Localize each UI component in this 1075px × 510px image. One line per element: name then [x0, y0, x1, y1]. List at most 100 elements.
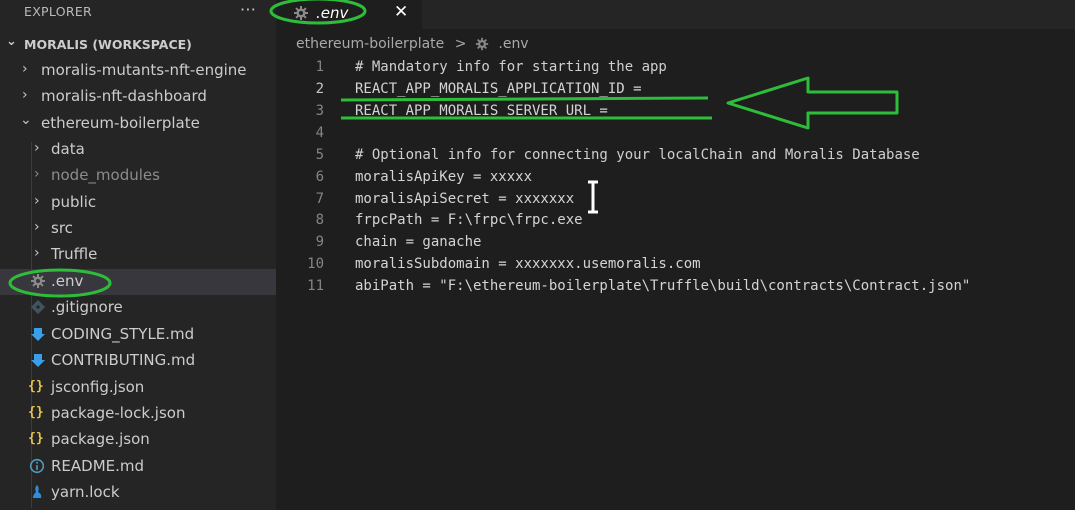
code-text[interactable]: moralisApiKey = xxxxx	[355, 169, 532, 185]
code-text[interactable]: REACT_APP_MORALIS_APPLICATION_ID =	[355, 81, 642, 97]
tree-item-gitignore[interactable]: .gitignore	[0, 295, 276, 321]
markdown-icon	[30, 326, 46, 342]
tree-item-label: package-lock.json	[51, 404, 186, 422]
line-number: 1	[315, 59, 324, 75]
code-line[interactable]: 7 moralisApiSecret = xxxxxxx	[276, 188, 1075, 210]
chevron-down-icon: ⌄	[6, 34, 17, 49]
code-line[interactable]: 3 REACT_APP_MORALIS_SERVER_URL =	[276, 100, 1075, 122]
git-icon	[30, 299, 46, 315]
tree-item-label: yarn.lock	[51, 483, 120, 501]
explorer-sidebar: EXPLORER ··· ⌄ MORALIS (WORKSPACE) › mor…	[0, 0, 276, 510]
code-line[interactable]: 5 # Optional info for connecting your lo…	[276, 144, 1075, 166]
line-number: 5	[315, 147, 324, 163]
tree-item-moralis-nft-dashboard[interactable]: › moralis-nft-dashboard	[0, 84, 276, 110]
info-icon	[29, 458, 45, 474]
line-number: 9	[315, 234, 324, 250]
line-number: 7	[315, 191, 324, 207]
tree-item-label: public	[51, 193, 97, 211]
code-line[interactable]: 8 frpcPath = F:\frpc\frpc.exe	[276, 209, 1075, 231]
line-number: 4	[315, 125, 324, 141]
tree-item-contributing-md[interactable]: CONTRIBUTING.md	[0, 348, 276, 374]
chevron-right-icon: ›	[22, 61, 28, 77]
close-icon[interactable]: ✕	[394, 2, 408, 22]
chevron-right-icon: ›	[34, 219, 40, 235]
tree-item-label: node_modules	[51, 166, 160, 184]
tree-item-jsconfig-json[interactable]: {} jsconfig.json	[0, 375, 276, 401]
tree-item-label: moralis-nft-dashboard	[41, 87, 207, 105]
tab-label: .env	[316, 4, 349, 22]
json-braces-icon: {}	[28, 431, 44, 446]
workspace-root[interactable]: ⌄ MORALIS (WORKSPACE)	[0, 34, 276, 56]
code-line[interactable]: 10 moralisSubdomain = xxxxxxx.usemoralis…	[276, 253, 1075, 275]
gear-icon	[30, 273, 46, 289]
text-cursor-icon	[588, 180, 598, 214]
gear-icon	[475, 37, 489, 51]
code-text[interactable]: moralisSubdomain = xxxxxxx.usemoralis.co…	[355, 256, 701, 272]
code-editor[interactable]: 1 # Mandatory info for starting the app …	[276, 56, 1075, 510]
explorer-title: EXPLORER	[24, 4, 93, 19]
code-text[interactable]: abiPath = "F:\ethereum-boilerplate\Truff…	[355, 278, 970, 294]
tree-item-label: jsconfig.json	[51, 378, 145, 396]
tree-item-src[interactable]: › src	[0, 216, 276, 242]
gear-icon	[293, 5, 309, 25]
tab-bar: .env ✕	[276, 0, 1075, 29]
tree-item-yarn-lock[interactable]: yarn.lock	[0, 480, 276, 506]
breadcrumb-separator: >	[454, 36, 467, 52]
tree-item-label: ethereum-boilerplate	[41, 114, 200, 132]
code-line[interactable]: 6 moralisApiKey = xxxxx	[276, 166, 1075, 188]
line-number: 3	[315, 103, 324, 119]
tree-item-moralis-mutants-nft-engine[interactable]: › moralis-mutants-nft-engine	[0, 58, 276, 84]
chevron-right-icon: ›	[34, 140, 40, 156]
chevron-right-icon: ›	[34, 166, 40, 182]
tab-env[interactable]: .env ✕	[276, 0, 422, 29]
code-text[interactable]: moralisApiSecret = xxxxxxx	[355, 191, 574, 207]
line-number: 6	[315, 169, 324, 185]
tree-item-label: package.json	[51, 430, 150, 448]
json-braces-icon: {}	[28, 379, 44, 394]
tree-item-label: moralis-mutants-nft-engine	[41, 61, 247, 79]
line-number: 10	[307, 256, 324, 272]
breadcrumb-file[interactable]: .env	[498, 36, 528, 52]
chevron-down-icon: ⌄	[20, 112, 32, 128]
tree-item-label: data	[51, 140, 85, 158]
chevron-right-icon: ›	[34, 245, 40, 261]
code-line[interactable]: 11 abiPath = "F:\ethereum-boilerplate\Tr…	[276, 275, 1075, 297]
chevron-right-icon: ›	[22, 87, 28, 103]
code-text[interactable]: # Optional info for connecting your loca…	[355, 147, 920, 163]
workspace-label: MORALIS (WORKSPACE)	[24, 37, 192, 52]
tree-item-label: CONTRIBUTING.md	[51, 351, 196, 369]
chevron-right-icon: ›	[34, 193, 40, 209]
tree-item-truffle[interactable]: › Truffle	[0, 242, 276, 268]
line-number: 8	[315, 212, 324, 228]
code-line[interactable]: 9 chain = ganache	[276, 231, 1075, 253]
tree-item-public[interactable]: › public	[0, 190, 276, 216]
tree-item-label: Truffle	[51, 245, 98, 263]
code-text[interactable]: # Mandatory info for starting the app	[355, 59, 667, 75]
tree-item-node-modules[interactable]: › node_modules	[0, 163, 276, 189]
json-braces-icon: {}	[28, 405, 44, 420]
tree-item-ethereum-boilerplate[interactable]: ⌄ ethereum-boilerplate	[0, 111, 276, 137]
code-line[interactable]: 1 # Mandatory info for starting the app	[276, 56, 1075, 78]
tree-item-label: src	[51, 219, 73, 237]
tree-item-coding-style-md[interactable]: CODING_STYLE.md	[0, 322, 276, 348]
explorer-header: EXPLORER ···	[0, 0, 276, 24]
line-number: 11	[307, 278, 324, 294]
tree-item-package-json[interactable]: {} package.json	[0, 427, 276, 453]
tree-item-label: README.md	[51, 457, 145, 475]
code-text[interactable]: chain = ganache	[355, 234, 481, 250]
markdown-icon	[30, 352, 46, 368]
code-line[interactable]: 2 REACT_APP_MORALIS_APPLICATION_ID =	[276, 78, 1075, 100]
code-text[interactable]: REACT_APP_MORALIS_SERVER_URL =	[355, 103, 608, 119]
code-line[interactable]: 4	[276, 122, 1075, 144]
code-text[interactable]: frpcPath = F:\frpc\frpc.exe	[355, 212, 583, 228]
breadcrumb: ethereum-boilerplate > .env	[296, 36, 529, 54]
tree-item-package-lock-json[interactable]: {} package-lock.json	[0, 401, 276, 427]
breadcrumb-folder[interactable]: ethereum-boilerplate	[296, 36, 444, 52]
tree-item-label: CODING_STYLE.md	[51, 325, 195, 343]
tree-item-label: .env	[51, 272, 84, 290]
tree-item-readme-md[interactable]: README.md	[0, 454, 276, 480]
tree-item-env[interactable]: .env	[0, 269, 276, 295]
more-actions-icon[interactable]: ···	[240, 0, 256, 19]
yarn-icon	[30, 484, 46, 500]
tree-item-data[interactable]: › data	[0, 137, 276, 163]
